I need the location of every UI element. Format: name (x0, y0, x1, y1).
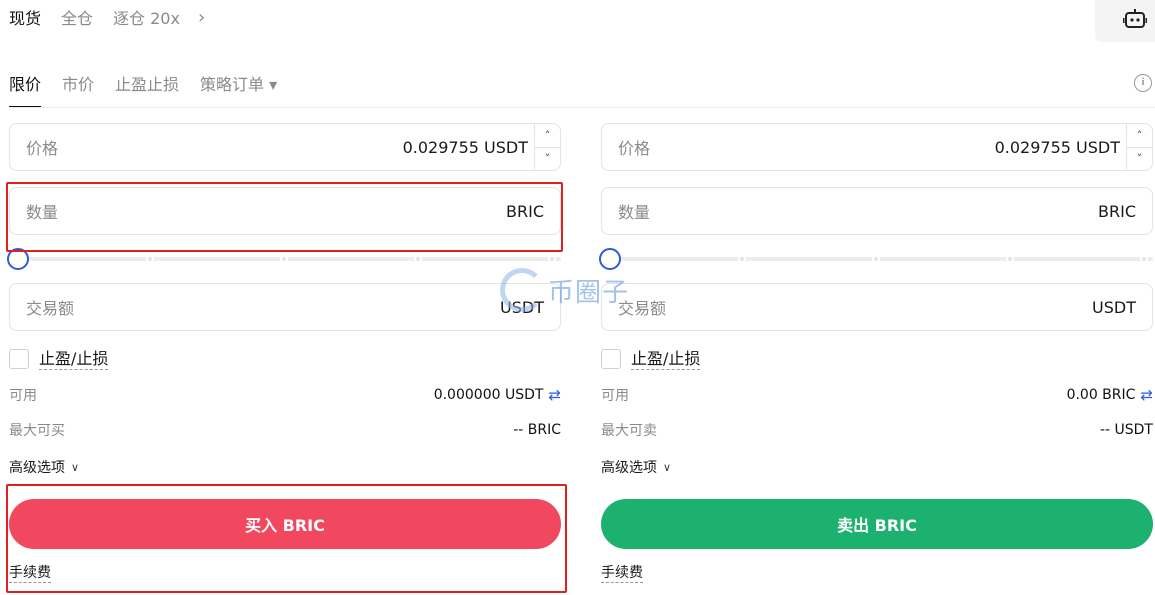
price-label: 价格 (26, 139, 59, 158)
tpsl-label: 止盈/止损 (39, 348, 109, 370)
chevron-up-icon[interactable]: ˄ (1127, 124, 1152, 147)
sell-tpsl-toggle[interactable]: 止盈/止损 (601, 348, 1153, 370)
buy-panel: 价格 0.029755 USDT ˄ ˅ 数量 BRIC 交易额 USDT 止盈… (7, 123, 561, 583)
max-sell-label: 最大可卖 (601, 423, 657, 439)
watermark-text: 币圈子 (548, 277, 630, 308)
tab-isolated-margin[interactable]: 逐仓 20x (113, 5, 180, 29)
max-buy-label: 最大可买 (9, 423, 65, 439)
tab-market[interactable]: 市价 (62, 66, 94, 108)
tpsl-checkbox[interactable] (601, 349, 621, 369)
tab-cross-margin[interactable]: 全仓 (61, 5, 93, 29)
tab-spot[interactable]: 现货 (9, 5, 41, 29)
slider-tick-25[interactable] (146, 255, 154, 263)
quantity-unit: BRIC (506, 201, 544, 221)
chevron-up-icon[interactable]: ˄ (535, 124, 560, 147)
sell-button[interactable]: 卖出 BRIC (601, 499, 1153, 549)
price-label: 价格 (618, 139, 651, 158)
tpsl-label: 止盈/止损 (631, 348, 701, 370)
quantity-label: 数量 (618, 203, 651, 222)
slider-tick-50[interactable] (872, 255, 880, 263)
margin-mode-tabs: 现货 全仓 逐仓 20x › (9, 4, 205, 30)
sell-panel: 价格 0.029755 USDT ˄ ˅ 数量 BRIC 交易额 USDT 止盈… (599, 123, 1153, 583)
buy-fee-label[interactable]: 手续费 (9, 564, 51, 583)
sell-total-field[interactable]: 交易额 USDT (601, 283, 1153, 331)
slider-tick-50[interactable] (280, 255, 288, 263)
slider-tick-100[interactable] (1140, 255, 1148, 263)
price-value: 0.029755 USDT (994, 137, 1120, 157)
max-buy-value: -- BRIC (513, 422, 561, 438)
total-label: 交易额 (26, 299, 75, 318)
buy-total-field[interactable]: 交易额 USDT (9, 283, 561, 331)
tab-strategy-order[interactable]: 策略订单 ▾ (200, 66, 277, 108)
price-value: 0.029755 USDT (402, 137, 528, 157)
chevron-down-icon: ∨ (71, 460, 80, 474)
sell-quantity-field[interactable]: 数量 BRIC (601, 187, 1153, 235)
price-stepper: ˄ ˅ (534, 124, 560, 170)
buy-advanced-options[interactable]: 高级选项 ∨ (9, 457, 561, 477)
transfer-icon[interactable]: ⇄ (548, 386, 561, 404)
buy-available-row: 可用 0.000000 USDT ⇄ (9, 385, 561, 405)
slider-tick-25[interactable] (738, 255, 746, 263)
advanced-options-label: 高级选项 (601, 460, 657, 476)
slider-tick-75[interactable] (414, 255, 422, 263)
price-stepper: ˄ ˅ (1126, 124, 1152, 170)
available-value: 0.000000 USDT (433, 387, 544, 403)
buy-button[interactable]: 买入 BRIC (9, 499, 561, 549)
slider-track (19, 257, 561, 261)
quantity-unit: BRIC (1098, 201, 1136, 221)
slider-knob[interactable] (7, 248, 29, 270)
buy-quantity-field[interactable]: 数量 BRIC (9, 187, 561, 235)
sell-price-field[interactable]: 价格 0.029755 USDT ˄ ˅ (601, 123, 1153, 171)
info-icon[interactable]: i (1134, 74, 1152, 92)
chevron-down-icon: ∨ (663, 460, 672, 474)
available-label: 可用 (601, 388, 629, 404)
sell-fee-label[interactable]: 手续费 (601, 564, 643, 583)
robot-icon[interactable] (1123, 8, 1147, 30)
slider-tick-75[interactable] (1006, 255, 1014, 263)
sell-available-row: 可用 0.00 BRIC ⇄ (601, 385, 1153, 405)
buy-amount-slider[interactable] (7, 247, 561, 271)
chevron-down-icon[interactable]: ˅ (535, 146, 560, 171)
order-type-tabs: 限价 市价 止盈止损 策略订单 ▾ (9, 66, 298, 108)
slider-knob[interactable] (599, 248, 621, 270)
sell-amount-slider[interactable] (599, 247, 1153, 271)
available-value: 0.00 BRIC (1066, 387, 1136, 403)
available-label: 可用 (9, 388, 37, 404)
sell-advanced-options[interactable]: 高级选项 ∨ (601, 457, 1153, 477)
chevron-down-icon[interactable]: ˅ (1127, 146, 1152, 171)
transfer-icon[interactable]: ⇄ (1140, 386, 1153, 404)
max-sell-value: -- USDT (1099, 422, 1153, 438)
tab-tp-sl[interactable]: 止盈止损 (115, 66, 179, 108)
tpsl-checkbox[interactable] (9, 349, 29, 369)
slider-tick-100[interactable] (548, 255, 556, 263)
total-unit: USDT (1092, 297, 1136, 317)
chevron-right-icon[interactable]: › (198, 7, 205, 28)
watermark: 币圈子 (500, 268, 629, 312)
advanced-options-label: 高级选项 (9, 460, 65, 476)
bot-panel (1095, 0, 1155, 42)
buy-price-field[interactable]: 价格 0.029755 USDT ˄ ˅ (9, 123, 561, 171)
tab-divider (9, 107, 1155, 108)
tab-limit[interactable]: 限价 (9, 66, 42, 108)
sell-max-row: 最大可卖 -- USDT (601, 420, 1153, 440)
buy-tpsl-toggle[interactable]: 止盈/止损 (9, 348, 561, 370)
buy-max-row: 最大可买 -- BRIC (9, 420, 561, 440)
watermark-logo-icon (500, 268, 544, 312)
slider-track (611, 257, 1153, 261)
quantity-label: 数量 (26, 203, 59, 222)
